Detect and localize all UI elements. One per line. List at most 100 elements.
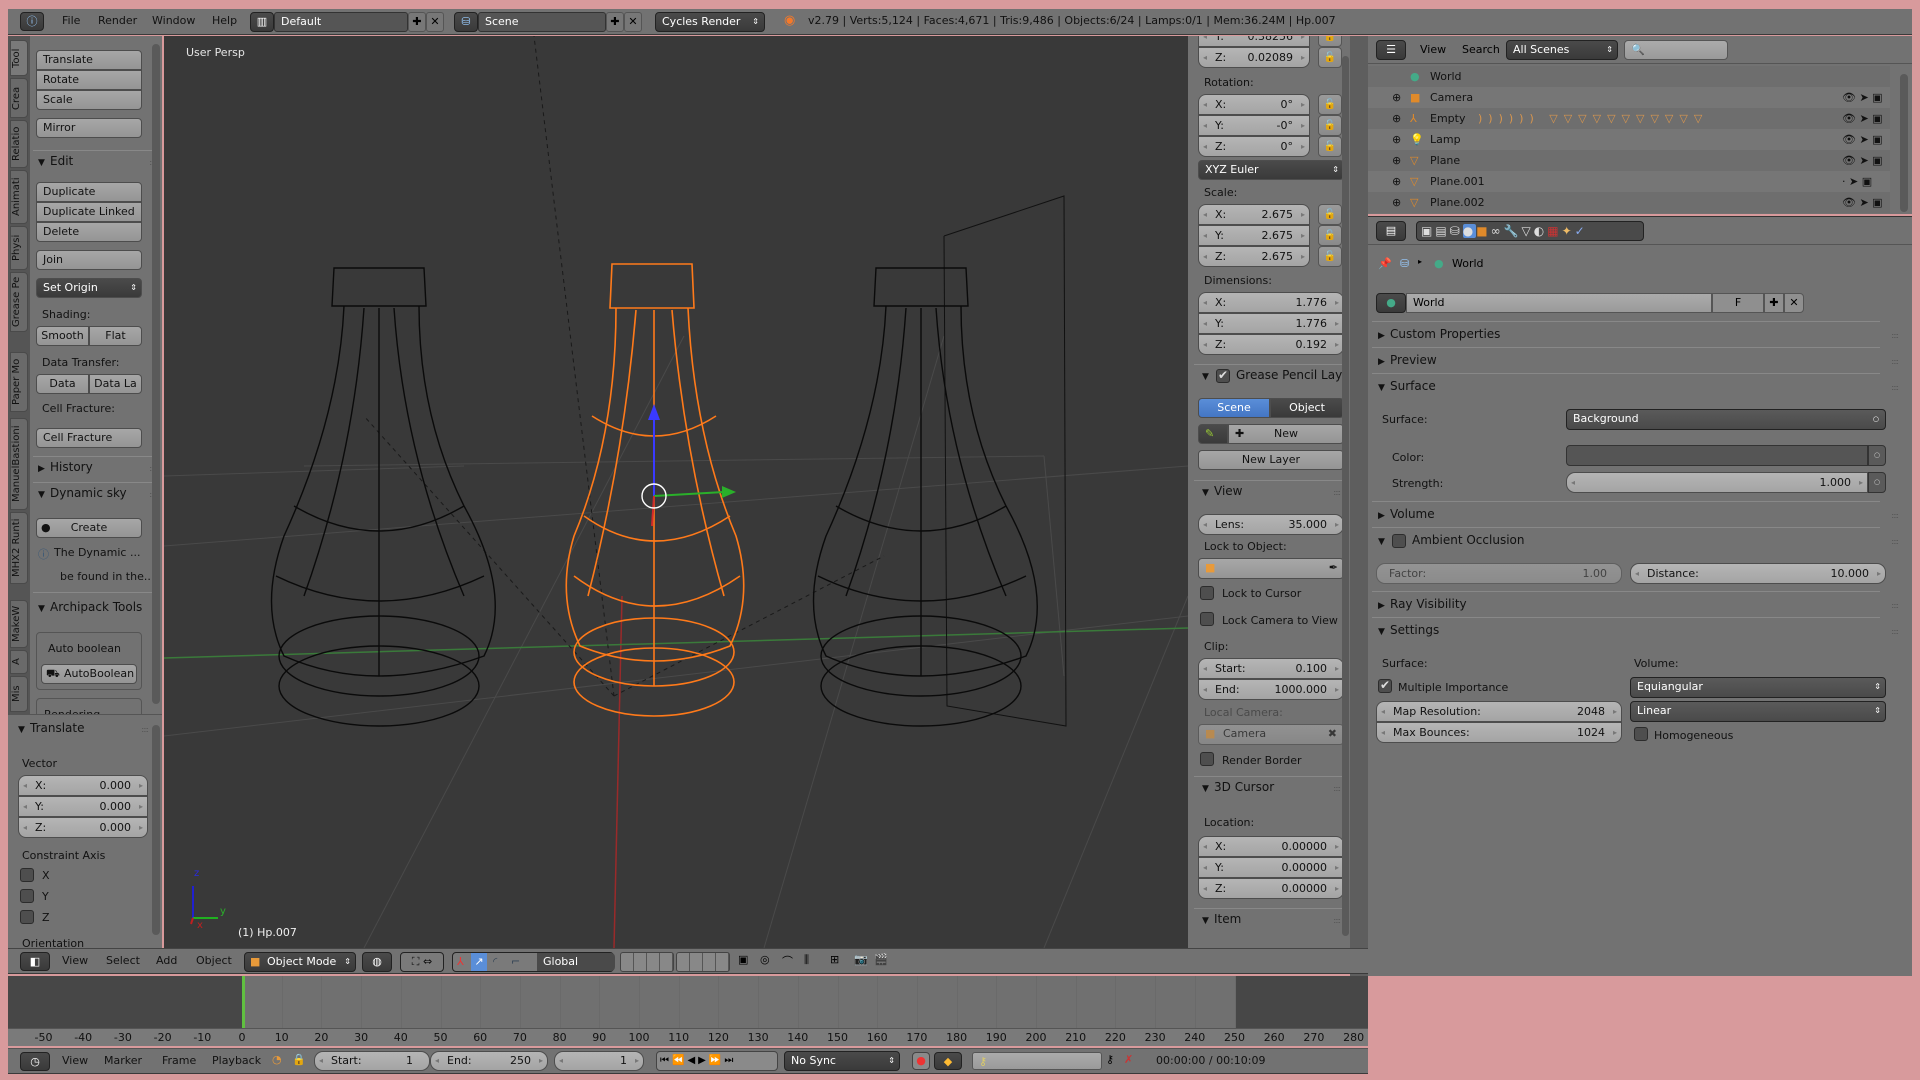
timeline-menu-frame[interactable]: Frame: [162, 1049, 196, 1073]
outliner-filter-select[interactable]: All Scenes ⇕: [1506, 40, 1618, 60]
auto-keying-button[interactable]: ●: [912, 1052, 930, 1070]
dimensions-y-field[interactable]: ◂ Y: 1.776 ▸: [1198, 313, 1344, 334]
outliner-row-plane[interactable]: ⊕ ▽ Plane: [1368, 150, 1890, 171]
lock-scale-y-icon[interactable]: 🔓: [1318, 225, 1342, 246]
map-resolution-field[interactable]: ◂ Map Resolution: 2048 ▸: [1376, 701, 1622, 722]
keying-mode-select[interactable]: ◆: [934, 1052, 962, 1070]
snap-element-icon[interactable]: ⫼: [804, 953, 809, 967]
viewport-3d[interactable]: z y x User Persp (1) Hp.007: [164, 36, 1188, 948]
set-origin-select[interactable]: Set Origin ⇕: [36, 278, 142, 298]
world-name-field[interactable]: World: [1406, 293, 1712, 313]
auto-boolean-button[interactable]: ⛟ AutoBoolean: [41, 664, 137, 684]
world-tab-icon[interactable]: ●: [1462, 224, 1477, 238]
custom-properties-panel-header[interactable]: ▶ Custom Properties: [1378, 327, 1500, 341]
constraint-y-checkbox[interactable]: [20, 889, 34, 903]
screen-layout-icon-button[interactable]: ▥: [250, 12, 274, 32]
scene-tab-icon[interactable]: ⛁: [1450, 224, 1463, 238]
tab-tool[interactable]: Tool: [10, 40, 28, 76]
tool-shelf-scrollbar[interactable]: [152, 44, 160, 704]
expand-icon[interactable]: ⊕: [1392, 129, 1401, 150]
rotate-manipulator-icon[interactable]: ◜: [493, 953, 497, 971]
outliner-row-plane-002[interactable]: ⊕ ▽ Plane.002: [1368, 192, 1890, 213]
join-button[interactable]: Join: [36, 250, 142, 270]
opengl-animation-icon[interactable]: 🎬: [874, 953, 888, 966]
render-border-checkbox[interactable]: [1200, 752, 1214, 766]
ao-factor-field[interactable]: Factor: 1.00: [1376, 563, 1622, 584]
dynamic-sky-panel-header[interactable]: ▼ Dynamic sky: [38, 486, 127, 500]
restrict-row[interactable]: 👁 ➤ ▣: [1842, 192, 1902, 213]
settings-panel-header[interactable]: ▼ Settings: [1378, 623, 1439, 637]
lock-location-y-icon[interactable]: 🔓: [1318, 36, 1342, 47]
duplicate-linked-button[interactable]: Duplicate Linked: [36, 202, 142, 222]
constraints-tab-icon[interactable]: ∞: [1491, 224, 1504, 238]
outliner-search-input[interactable]: 🔍: [1624, 40, 1728, 60]
ambient-occlusion-checkbox[interactable]: [1392, 534, 1406, 548]
material-tab-icon[interactable]: ◐: [1534, 224, 1547, 238]
data-layers-button[interactable]: Data La: [89, 374, 142, 394]
particles-tab-icon[interactable]: ✦: [1562, 224, 1575, 238]
jump-keyframe-back-icon[interactable]: ⏪: [672, 1055, 687, 1066]
fake-user-button[interactable]: F: [1712, 293, 1764, 313]
expand-icon[interactable]: ⊕: [1392, 171, 1401, 192]
object-tab-icon[interactable]: ■: [1476, 224, 1490, 238]
expand-icon[interactable]: ⊕: [1392, 150, 1401, 171]
clip-start-field[interactable]: ◂ Start: 0.100 ▸: [1198, 658, 1344, 679]
tab-relations[interactable]: Relatio: [10, 120, 28, 168]
menu-window[interactable]: Window: [152, 9, 195, 33]
timeline-editor-type-button[interactable]: ◷: [20, 1052, 50, 1071]
outliner-row-plane-001[interactable]: ⊕ ▽ Plane.001: [1368, 171, 1890, 192]
scene-icon-button[interactable]: ⛁: [454, 12, 478, 32]
timeline-ruler[interactable]: -50 -40 -30 -20 -10 0 10 20 30 40 50 60 70 80 90 100 110…: [8, 1028, 1368, 1046]
outliner-menu-search[interactable]: Search: [1462, 43, 1500, 56]
expand-icon[interactable]: ⊕: [1392, 87, 1401, 108]
timeline-menu-marker[interactable]: Marker: [104, 1049, 142, 1073]
lock-scale-z-icon[interactable]: 🔓: [1318, 246, 1342, 267]
keying-set-field[interactable]: ⚷: [972, 1052, 1102, 1070]
dimensions-z-field[interactable]: ◂ Z: 0.192 ▸: [1198, 334, 1344, 355]
max-bounces-field[interactable]: ◂ Max Bounces: 1024 ▸: [1376, 722, 1622, 743]
eyedropper-icon[interactable]: ✒: [1329, 559, 1338, 577]
tab-mhx2-runtime[interactable]: MHX2 Runti: [10, 512, 28, 584]
restrict-row[interactable]: 👁 ➤ ▣: [1842, 129, 1902, 150]
add-screen-button[interactable]: ✚: [408, 12, 426, 32]
vector-x-field[interactable]: ◂ X: 0.000 ▸: [18, 775, 148, 796]
operator-scrollbar[interactable]: [152, 725, 160, 935]
properties-editor-type-button[interactable]: ▤: [1376, 221, 1406, 241]
ambient-occlusion-panel-header[interactable]: ▼: [1378, 533, 1390, 547]
flat-button[interactable]: Flat: [89, 326, 142, 346]
tab-paper-model[interactable]: Paper Mo: [10, 352, 28, 412]
render-tab-icon[interactable]: ▣: [1421, 224, 1435, 238]
layer-buttons-2[interactable]: [676, 952, 730, 972]
add-scene-button[interactable]: ✚: [606, 12, 624, 32]
play-icon[interactable]: ▶: [698, 1055, 709, 1066]
data-button[interactable]: Data: [36, 374, 89, 394]
start-frame-field[interactable]: ◂ Start: 1: [314, 1051, 430, 1071]
transform-orientation-select[interactable]: Global: [537, 953, 615, 971]
ao-distance-field[interactable]: ◂ Distance: 10.000 ▸: [1630, 563, 1886, 584]
texture-tab-icon[interactable]: ▦: [1547, 224, 1561, 238]
strength-link-button[interactable]: ○: [1868, 472, 1886, 493]
scale-button[interactable]: Scale: [36, 90, 142, 110]
snap-icon[interactable]: ⌒: [782, 953, 793, 969]
tab-animation[interactable]: Animati: [10, 170, 28, 224]
restrict-row[interactable]: · ➤ ▣: [1842, 171, 1902, 192]
cell-fracture-button[interactable]: Cell Fracture: [36, 428, 142, 448]
constraint-x-checkbox[interactable]: [20, 868, 34, 882]
item-panel-header[interactable]: ▼ Item: [1202, 912, 1241, 926]
tab-manuelbastioni[interactable]: ManuelBastioni: [10, 418, 28, 510]
tab-grease-pencil[interactable]: Grease Pe: [10, 272, 28, 332]
n-panel-scrollbar[interactable]: [1342, 56, 1349, 936]
rotation-mode-select[interactable]: XYZ Euler ⇕: [1198, 160, 1344, 180]
delete-screen-button[interactable]: ✕: [426, 12, 444, 32]
delete-button[interactable]: Delete: [36, 222, 142, 242]
clear-icon[interactable]: ✖: [1328, 725, 1337, 743]
lock-rotation-x-icon[interactable]: 🔓: [1318, 94, 1342, 115]
multiple-importance-checkbox[interactable]: [1378, 678, 1392, 693]
cursor-y-field[interactable]: ◂ Y: 0.00000 ▸: [1198, 857, 1344, 878]
location-z-field[interactable]: ◂ Z: 0.02089 ▸: [1198, 47, 1310, 68]
unlink-world-button[interactable]: ✕: [1784, 293, 1804, 313]
clip-end-field[interactable]: ◂ End: 1000.000 ▸: [1198, 679, 1344, 700]
world-browse-button[interactable]: ●: [1376, 293, 1406, 313]
rotation-z-field[interactable]: ◂ Z: 0° ▸: [1198, 136, 1310, 157]
restrict-row[interactable]: 👁 ➤ ▣: [1842, 150, 1902, 171]
